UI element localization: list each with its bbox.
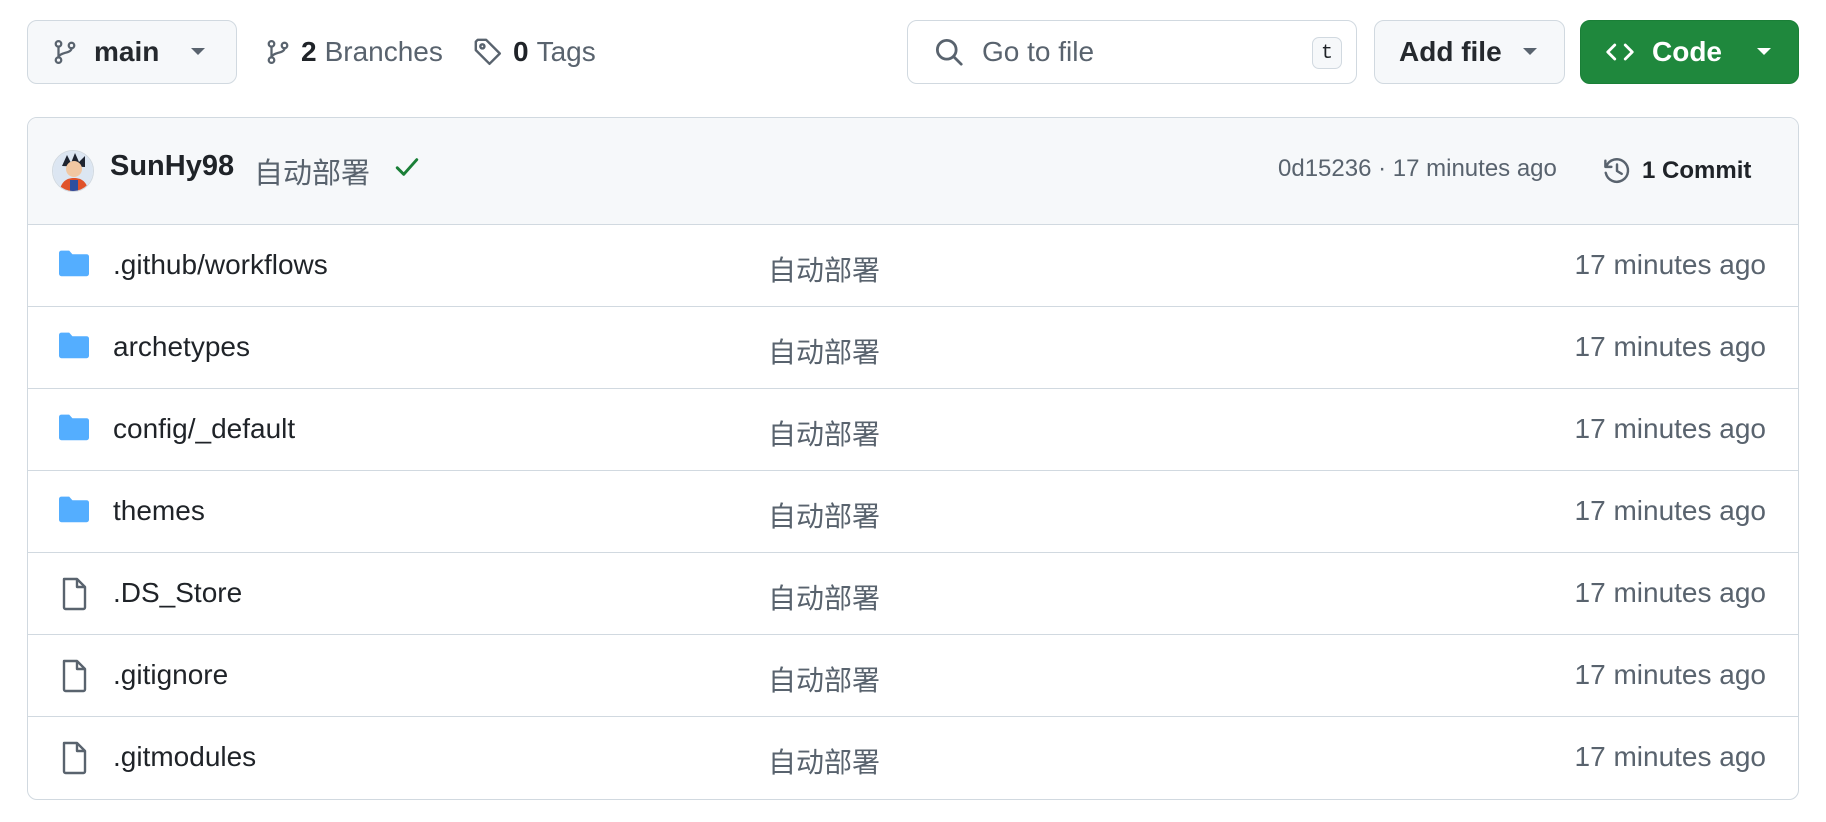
folder-icon <box>58 413 90 441</box>
file-name-link[interactable]: archetypes <box>113 331 250 363</box>
commit-hash-and-time[interactable]: 0d15236 · 17 minutes ago <box>1278 155 1557 183</box>
file-commit-message-link[interactable]: 自动部署 <box>768 249 880 289</box>
git-branch-icon <box>265 38 291 66</box>
file-commit-age: 17 minutes ago <box>1574 413 1766 444</box>
commits-count-label: 1 Commit <box>1642 157 1752 184</box>
file-row[interactable]: .gitmodules 自动部署 17 minutes ago <box>28 717 1798 799</box>
file-commit-message-link[interactable]: 自动部署 <box>768 413 880 453</box>
file-commit-message-link[interactable]: 自动部署 <box>768 741 880 781</box>
commit-history-link[interactable]: 1 Commit <box>1602 147 1751 195</box>
file-icon <box>58 659 90 693</box>
file-commit-message-link[interactable]: 自动部署 <box>768 577 880 617</box>
branch-name: main <box>94 36 160 67</box>
go-to-file-search[interactable]: t <box>907 20 1357 84</box>
file-icon <box>58 577 90 611</box>
branch-selector-button[interactable]: main <box>27 20 237 84</box>
file-commit-age: 17 minutes ago <box>1574 741 1766 772</box>
code-icon <box>1606 40 1634 64</box>
add-file-label: Add file <box>1399 36 1502 67</box>
file-table: SunHy98 自动部署 0d15236 · 17 minutes ago 1 … <box>27 117 1799 800</box>
file-name-link[interactable]: themes <box>113 495 205 527</box>
search-input[interactable] <box>982 36 1302 68</box>
file-commit-age: 17 minutes ago <box>1574 577 1766 608</box>
file-commit-age: 17 minutes ago <box>1574 495 1766 526</box>
code-button[interactable]: Code <box>1580 20 1799 84</box>
file-name-link[interactable]: config/_default <box>113 413 295 445</box>
tags-label: Tags <box>536 36 596 67</box>
git-branch-icon <box>52 38 78 66</box>
file-row[interactable]: themes 自动部署 17 minutes ago <box>28 471 1798 553</box>
branches-count: 2 <box>301 36 317 67</box>
file-commit-message-link[interactable]: 自动部署 <box>768 659 880 699</box>
file-commit-message-link[interactable]: 自动部署 <box>768 331 880 371</box>
tag-icon <box>473 37 503 67</box>
file-commit-age: 17 minutes ago <box>1574 331 1766 362</box>
file-icon <box>58 741 90 775</box>
repo-toolbar: main 2 Branches 0 Tags Go to file t Add … <box>27 20 1799 84</box>
folder-icon <box>58 495 90 523</box>
branches-label: Branches <box>324 36 443 67</box>
chevron-down-icon <box>1756 47 1772 57</box>
file-row[interactable]: config/_default 自动部署 17 minutes ago <box>28 389 1798 471</box>
folder-icon <box>58 249 90 277</box>
chevron-down-icon <box>1522 47 1538 57</box>
tags-link[interactable]: 0 Tags <box>473 20 596 84</box>
file-commit-age: 17 minutes ago <box>1574 249 1766 280</box>
file-commit-message-link[interactable]: 自动部署 <box>768 495 880 535</box>
latest-commit-bar: SunHy98 自动部署 0d15236 · 17 minutes ago 1 … <box>28 118 1798 225</box>
file-commit-age: 17 minutes ago <box>1574 659 1766 690</box>
file-name-link[interactable]: .DS_Store <box>113 577 242 609</box>
add-file-button[interactable]: Add file <box>1374 20 1565 84</box>
file-name-link[interactable]: .github/workflows <box>113 249 328 281</box>
search-icon <box>934 37 964 67</box>
check-icon[interactable] <box>394 156 420 178</box>
code-label: Code <box>1652 36 1722 67</box>
tags-count: 0 <box>513 36 529 67</box>
folder-icon <box>58 331 90 359</box>
file-name-link[interactable]: .gitmodules <box>113 741 256 773</box>
file-row[interactable]: .github/workflows 自动部署 17 minutes ago <box>28 225 1798 307</box>
chevron-down-icon <box>190 47 206 57</box>
keyboard-shortcut-hint: t <box>1312 37 1342 69</box>
file-name-link[interactable]: .gitignore <box>113 659 228 691</box>
commit-author-link[interactable]: SunHy98 <box>110 150 234 183</box>
commit-message-link[interactable]: 自动部署 <box>254 150 370 192</box>
file-row[interactable]: archetypes 自动部署 17 minutes ago <box>28 307 1798 389</box>
history-icon <box>1602 156 1632 186</box>
avatar[interactable] <box>52 150 94 192</box>
file-row[interactable]: .DS_Store 自动部署 17 minutes ago <box>28 553 1798 635</box>
file-row[interactable]: .gitignore 自动部署 17 minutes ago <box>28 635 1798 717</box>
branches-link[interactable]: 2 Branches <box>265 20 443 84</box>
